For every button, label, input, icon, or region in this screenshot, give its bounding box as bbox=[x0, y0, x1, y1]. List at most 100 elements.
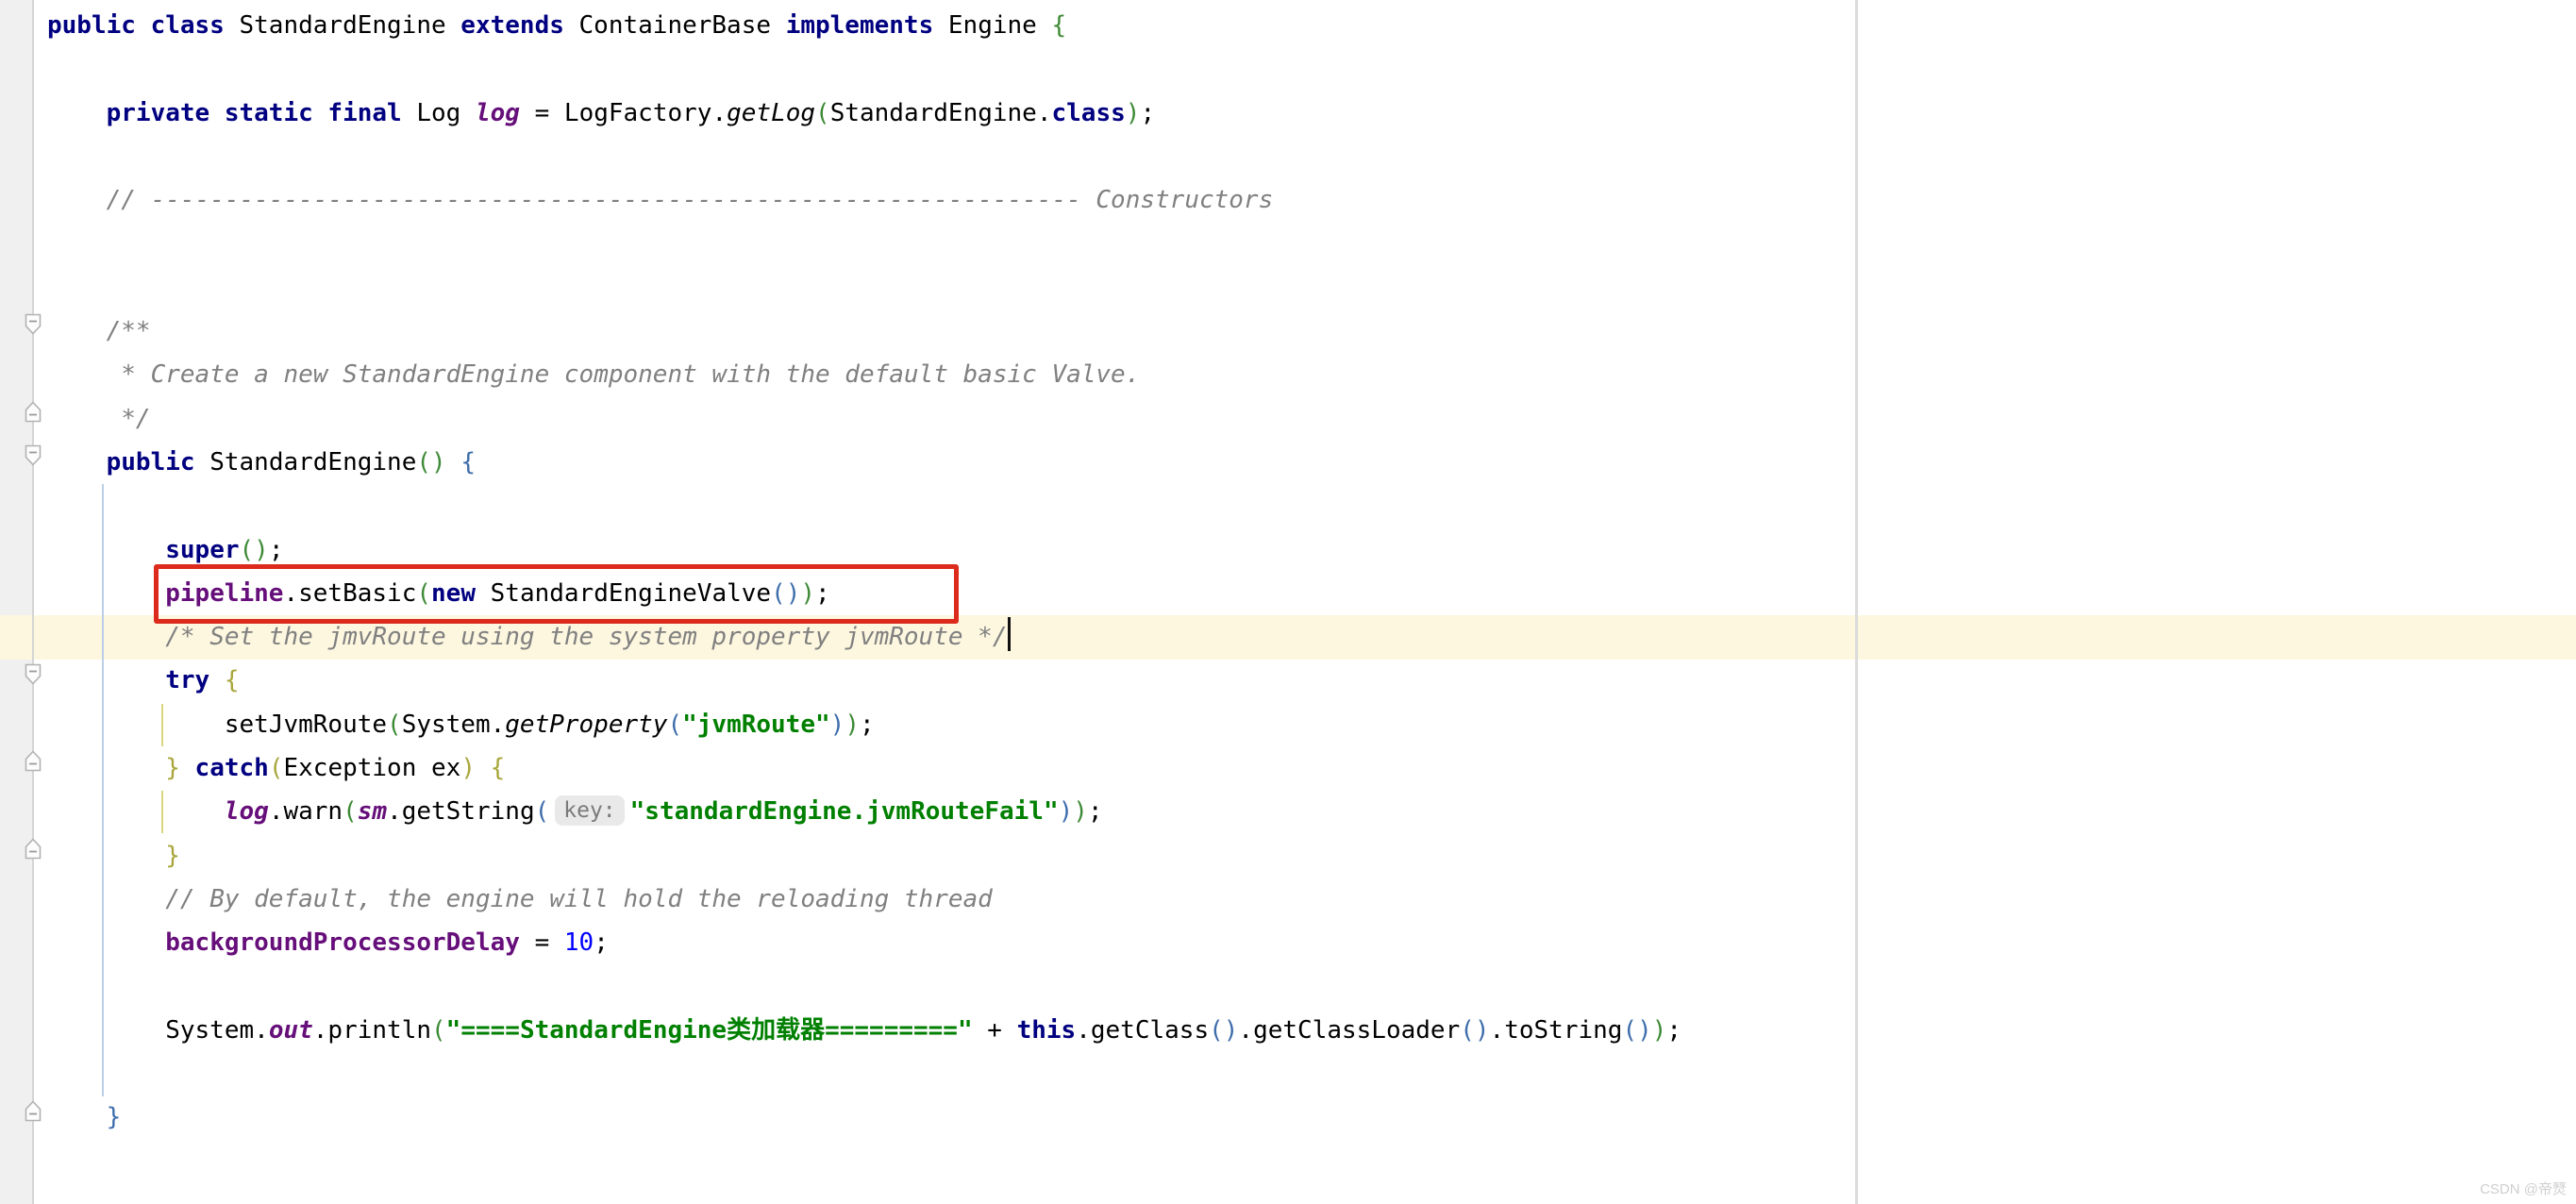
code-token: implements bbox=[786, 11, 934, 40]
code-token: extends bbox=[460, 11, 564, 40]
code-token: } bbox=[165, 754, 180, 782]
code-token: ) bbox=[1652, 1016, 1667, 1045]
code-token bbox=[47, 885, 165, 913]
code-token: super bbox=[165, 536, 239, 564]
code-line[interactable]: } catch(Exception ex) { bbox=[0, 746, 1681, 790]
code-token: .getClassLoader bbox=[1238, 1016, 1460, 1045]
code-token: // By default, the engine will hold the … bbox=[165, 885, 993, 913]
code-token: () bbox=[1209, 1016, 1238, 1045]
code-token: .println bbox=[313, 1016, 431, 1045]
code-token: ( bbox=[815, 99, 830, 127]
code-token: ( bbox=[269, 754, 284, 782]
code-line[interactable]: * Create a new StandardEngine component … bbox=[0, 353, 1681, 396]
code-token bbox=[47, 317, 107, 345]
code-token: } bbox=[107, 1103, 122, 1131]
code-line[interactable] bbox=[0, 484, 1681, 527]
code-token: class bbox=[1052, 99, 1126, 127]
code-token: ; bbox=[594, 928, 609, 957]
code-line[interactable] bbox=[0, 1052, 1681, 1095]
code-token bbox=[476, 754, 491, 782]
code-token: + bbox=[973, 1016, 1017, 1045]
code-token: ; bbox=[269, 536, 284, 564]
code-token: ; bbox=[1140, 99, 1155, 127]
code-token: ( bbox=[387, 711, 402, 739]
code-token: ) bbox=[1059, 797, 1074, 826]
code-token: public class bbox=[47, 11, 225, 40]
code-token: { bbox=[491, 754, 506, 782]
code-token: catch bbox=[195, 754, 269, 782]
code-line[interactable]: // -------------------------------------… bbox=[0, 178, 1681, 222]
code-token: ) bbox=[460, 754, 476, 782]
code-line[interactable]: setJvmRoute(System.getProperty("jvmRoute… bbox=[0, 703, 1681, 746]
code-token: ) bbox=[845, 711, 860, 739]
code-token: ; bbox=[1088, 797, 1103, 826]
code-token: log bbox=[225, 797, 269, 826]
code-token: ) bbox=[830, 711, 845, 739]
code-token bbox=[47, 666, 165, 694]
code-token: ContainerBase bbox=[564, 11, 786, 40]
code-token bbox=[47, 99, 107, 127]
code-token: () bbox=[240, 536, 269, 564]
code-token: sm bbox=[358, 797, 387, 826]
code-token: getLog bbox=[727, 99, 815, 127]
code-token: .toString bbox=[1490, 1016, 1623, 1045]
code-line[interactable] bbox=[0, 47, 1681, 91]
code-token bbox=[47, 623, 165, 651]
code-token bbox=[446, 448, 461, 477]
code-token bbox=[47, 448, 107, 477]
code-line[interactable]: public StandardEngine() { bbox=[0, 441, 1681, 484]
code-line[interactable] bbox=[0, 135, 1681, 178]
code-token: = LogFactory. bbox=[520, 99, 727, 127]
code-line[interactable]: } bbox=[0, 834, 1681, 878]
code-line[interactable]: try { bbox=[0, 659, 1681, 702]
code-token: try bbox=[165, 666, 209, 694]
code-line[interactable]: backgroundProcessorDelay = 10; bbox=[0, 921, 1681, 964]
code-token: "jvmRoute" bbox=[682, 711, 830, 739]
code-token: log bbox=[476, 99, 520, 127]
code-token: setJvmRoute bbox=[47, 711, 387, 739]
code-line[interactable]: // By default, the engine will hold the … bbox=[0, 878, 1681, 921]
parameter-name-hint: key: bbox=[555, 795, 624, 826]
code-token bbox=[47, 405, 121, 433]
code-token: ) bbox=[1126, 99, 1141, 127]
code-token: StandardEngine bbox=[195, 448, 417, 477]
code-token: ) bbox=[1073, 797, 1088, 826]
code-line[interactable] bbox=[0, 266, 1681, 309]
code-token: () bbox=[1622, 1016, 1651, 1045]
code-token: */ bbox=[121, 405, 150, 433]
code-token: * Create a new StandardEngine component … bbox=[121, 360, 1140, 389]
code-token: ; bbox=[1666, 1016, 1681, 1045]
code-line[interactable]: public class StandardEngine extends Cont… bbox=[0, 4, 1681, 47]
code-token: ( bbox=[667, 711, 682, 739]
code-token: out bbox=[269, 1016, 313, 1045]
code-line[interactable]: */ bbox=[0, 397, 1681, 441]
code-line[interactable]: } bbox=[0, 1095, 1681, 1139]
code-token: ( bbox=[431, 1016, 446, 1045]
code-token: } bbox=[165, 842, 180, 870]
code-token bbox=[47, 842, 165, 870]
code-token: ( bbox=[343, 797, 358, 826]
code-token: System. bbox=[47, 1016, 269, 1045]
code-token: Log bbox=[402, 99, 476, 127]
code-line[interactable]: private static final Log log = LogFactor… bbox=[0, 92, 1681, 135]
code-token: backgroundProcessorDelay bbox=[165, 928, 520, 957]
code-token: 10 bbox=[564, 928, 594, 957]
code-token: "standardEngine.jvmRouteFail" bbox=[630, 797, 1059, 826]
code-token bbox=[47, 797, 225, 826]
code-token bbox=[47, 536, 165, 564]
code-token: getProperty bbox=[505, 711, 667, 739]
code-token bbox=[47, 1103, 107, 1131]
code-token: () bbox=[416, 448, 445, 477]
code-token: () bbox=[1460, 1016, 1489, 1045]
code-line[interactable]: System.out.println("====StandardEngine类加… bbox=[0, 1009, 1681, 1052]
code-line[interactable] bbox=[0, 965, 1681, 1009]
code-token bbox=[47, 186, 107, 214]
code-token: /* Set the jmvRoute using the system pro… bbox=[165, 623, 1007, 651]
code-token: private static final bbox=[107, 99, 402, 127]
right-margin-guide bbox=[1855, 0, 1858, 1204]
code-line[interactable]: log.warn(sm.getString(key:"standardEngin… bbox=[0, 790, 1681, 833]
code-line[interactable] bbox=[0, 222, 1681, 265]
code-token: // -------------------------------------… bbox=[107, 186, 1274, 214]
code-token bbox=[209, 666, 225, 694]
code-line[interactable]: /** bbox=[0, 309, 1681, 353]
